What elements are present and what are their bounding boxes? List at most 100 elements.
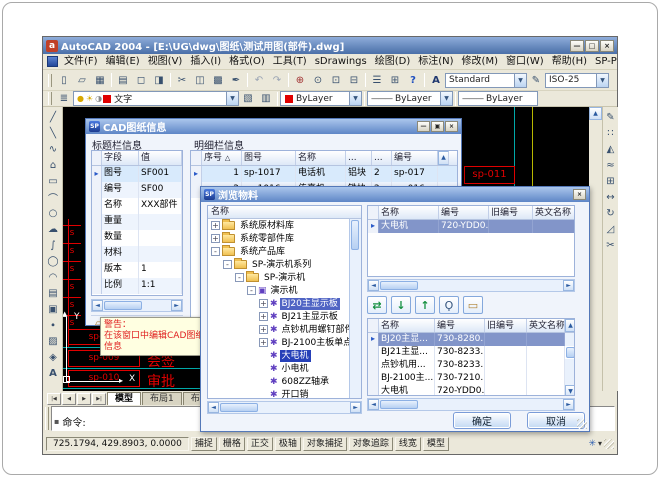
scroll-up-icon[interactable]: ▲: [565, 319, 575, 332]
model-button[interactable]: 模型: [423, 437, 449, 451]
expand-icon[interactable]: +: [259, 325, 268, 334]
help-icon[interactable]: ?: [404, 72, 422, 88]
table-row[interactable]: 数量: [92, 230, 182, 246]
dialog-minimize-button[interactable]: —: [417, 121, 430, 132]
layer-lock-icon[interactable]: ◑: [95, 94, 102, 103]
vscroll-track[interactable]: [565, 333, 575, 346]
search-icon[interactable]: Ϙ: [439, 296, 459, 314]
scroll-left-icon[interactable]: ◄: [92, 300, 103, 311]
scroll-down-icon[interactable]: ▼: [565, 385, 575, 396]
offset-icon[interactable]: ≈: [603, 158, 619, 173]
browse-title-bar[interactable]: SP 浏览物料 ×: [201, 187, 589, 202]
menu-window[interactable]: 窗口(W): [502, 54, 548, 69]
first-tab-icon[interactable]: |◀: [47, 393, 61, 405]
scroll-thumb[interactable]: [380, 281, 418, 290]
tree-item-bj21[interactable]: + ✱ BJ21主显示板: [208, 310, 361, 323]
ok-button[interactable]: 确定: [453, 412, 511, 429]
menu-format[interactable]: 格式(O): [225, 54, 269, 69]
menu-modify[interactable]: 修改(M): [458, 54, 502, 69]
tree-item-demo-machine[interactable]: - ▣ 演示机: [208, 284, 361, 297]
tray-chevron-icon[interactable]: ▾: [598, 439, 602, 448]
table-row[interactable]: ▸ 大电机 720-YDD0...: [368, 220, 574, 233]
resize-grip[interactable]: [604, 439, 614, 449]
rectangle-icon[interactable]: ▭: [45, 174, 61, 189]
scroll-right-icon[interactable]: ►: [563, 399, 574, 410]
scroll-thumb[interactable]: [220, 403, 258, 412]
upload-icon[interactable]: ↑: [415, 296, 435, 314]
canvas-scroll-up-icon[interactable]: ▲: [589, 107, 602, 120]
tree-item-raw-materials[interactable]: + 系统原材料库: [208, 219, 361, 232]
polygon-icon[interactable]: ⌂: [45, 158, 61, 173]
tree-item-small-motor[interactable]: ✱ 小电机: [208, 362, 361, 375]
grid-button[interactable]: 栅格: [219, 437, 245, 451]
designcenter-icon[interactable]: ⊞: [386, 72, 404, 88]
tree-item-bearing[interactable]: ✱ 608ZZ轴承: [208, 375, 361, 388]
rotate-icon[interactable]: ↻: [603, 206, 619, 221]
polyline-icon[interactable]: ∿: [45, 142, 61, 157]
titleblock-hscrollbar[interactable]: ◄ ►: [91, 299, 183, 312]
otrack-button[interactable]: 对象追踪: [349, 437, 393, 451]
tab-layout1[interactable]: 布局1: [142, 392, 182, 405]
publish-icon[interactable]: ◨: [150, 72, 168, 88]
table-row[interactable]: BJ-2100主... 730-7210...: [368, 372, 574, 385]
table-row[interactable]: ▸ 图号 SF001: [92, 166, 182, 182]
title-bar[interactable]: a AutoCAD 2004 - [E:\UG\dwg\图纸\测试用图(部件).…: [43, 37, 617, 54]
trim-icon[interactable]: ✂: [603, 238, 619, 253]
dialog-maximize-button[interactable]: ▣: [431, 121, 444, 132]
zoom-realtime-icon[interactable]: ⊙: [309, 72, 327, 88]
zoom-window-icon[interactable]: ⊡: [327, 72, 345, 88]
collapse-icon[interactable]: -: [223, 260, 232, 269]
redo-icon[interactable]: ↷: [268, 72, 286, 88]
menu-sdrawings[interactable]: sDrawings: [311, 54, 371, 69]
copy-icon[interactable]: ◫: [191, 72, 209, 88]
table-row[interactable]: 重量: [92, 214, 182, 230]
open-icon[interactable]: ▱: [73, 72, 91, 88]
cad-info-title-bar[interactable]: SP CAD图纸信息 — ▣ ×: [86, 119, 461, 134]
tree-item-big-motor[interactable]: ✱ 大电机: [208, 349, 361, 362]
tree-item-parts-lib[interactable]: + 系统零部件库: [208, 232, 361, 245]
chevron-down-icon[interactable]: ▼: [349, 92, 361, 105]
scroll-thumb[interactable]: [351, 220, 359, 250]
circle-icon[interactable]: ○: [45, 206, 61, 221]
scroll-up-icon[interactable]: ▲: [438, 151, 449, 165]
color-combo[interactable]: ByLayer ▼: [280, 91, 362, 106]
expand-icon[interactable]: +: [259, 299, 268, 308]
table-row[interactable]: 材料: [92, 246, 182, 262]
ortho-button[interactable]: 正交: [247, 437, 273, 451]
expand-icon[interactable]: +: [211, 221, 220, 230]
lineweight-button[interactable]: 线宽: [395, 437, 421, 451]
mirror-icon[interactable]: ◭: [603, 142, 619, 157]
pan-icon[interactable]: ⊕: [291, 72, 309, 88]
lineweight-combo[interactable]: ——— ByLayer: [458, 91, 538, 106]
scroll-thumb[interactable]: [380, 400, 418, 409]
linetype-combo[interactable]: ——— ByLayer ▼: [367, 91, 453, 106]
top-table-hscrollbar[interactable]: ◄ ►: [367, 279, 575, 292]
scale-icon[interactable]: ◿: [603, 222, 619, 237]
tree-item-screw-part[interactable]: + ✱ 点钞机用螺钉部件: [208, 323, 361, 336]
text-style-combo[interactable]: Standard ▼: [445, 73, 527, 88]
table-row[interactable]: 点钞机用... 730-8233...: [368, 359, 574, 372]
dialog-close-button[interactable]: ×: [573, 189, 586, 200]
polar-button[interactable]: 极轴: [275, 437, 301, 451]
bottom-table-hscrollbar[interactable]: ◄ ►: [367, 398, 575, 411]
layer-thaw-icon[interactable]: ☀: [86, 94, 93, 103]
layer-manager-icon[interactable]: ≣: [55, 91, 73, 107]
construction-line-icon[interactable]: ╲: [45, 126, 61, 141]
table-row[interactable]: BJ21主显... 730-8233...: [368, 346, 574, 359]
layer-on-icon[interactable]: ●: [77, 94, 84, 103]
scroll-right-icon[interactable]: ►: [563, 280, 574, 291]
region-icon[interactable]: ◈: [45, 350, 61, 365]
menu-draw[interactable]: 绘图(D): [371, 54, 415, 69]
collapse-icon[interactable]: -: [211, 247, 220, 256]
make-layer-current-icon[interactable]: ▧: [239, 91, 257, 107]
osnap-button[interactable]: 对象捕捉: [303, 437, 347, 451]
paste-icon[interactable]: ▩: [209, 72, 227, 88]
toolbar-grip[interactable]: [48, 74, 52, 87]
new-icon[interactable]: ▯: [55, 72, 73, 88]
dialog-close-button[interactable]: ×: [445, 121, 458, 132]
match-properties-icon[interactable]: ✒: [227, 72, 245, 88]
cut-icon[interactable]: ✂: [173, 72, 191, 88]
vscroll-track[interactable]: [565, 372, 575, 385]
tree-item-bj20[interactable]: + ✱ BJ20主显示板: [208, 297, 361, 310]
zoom-previous-icon[interactable]: ⊟: [345, 72, 363, 88]
